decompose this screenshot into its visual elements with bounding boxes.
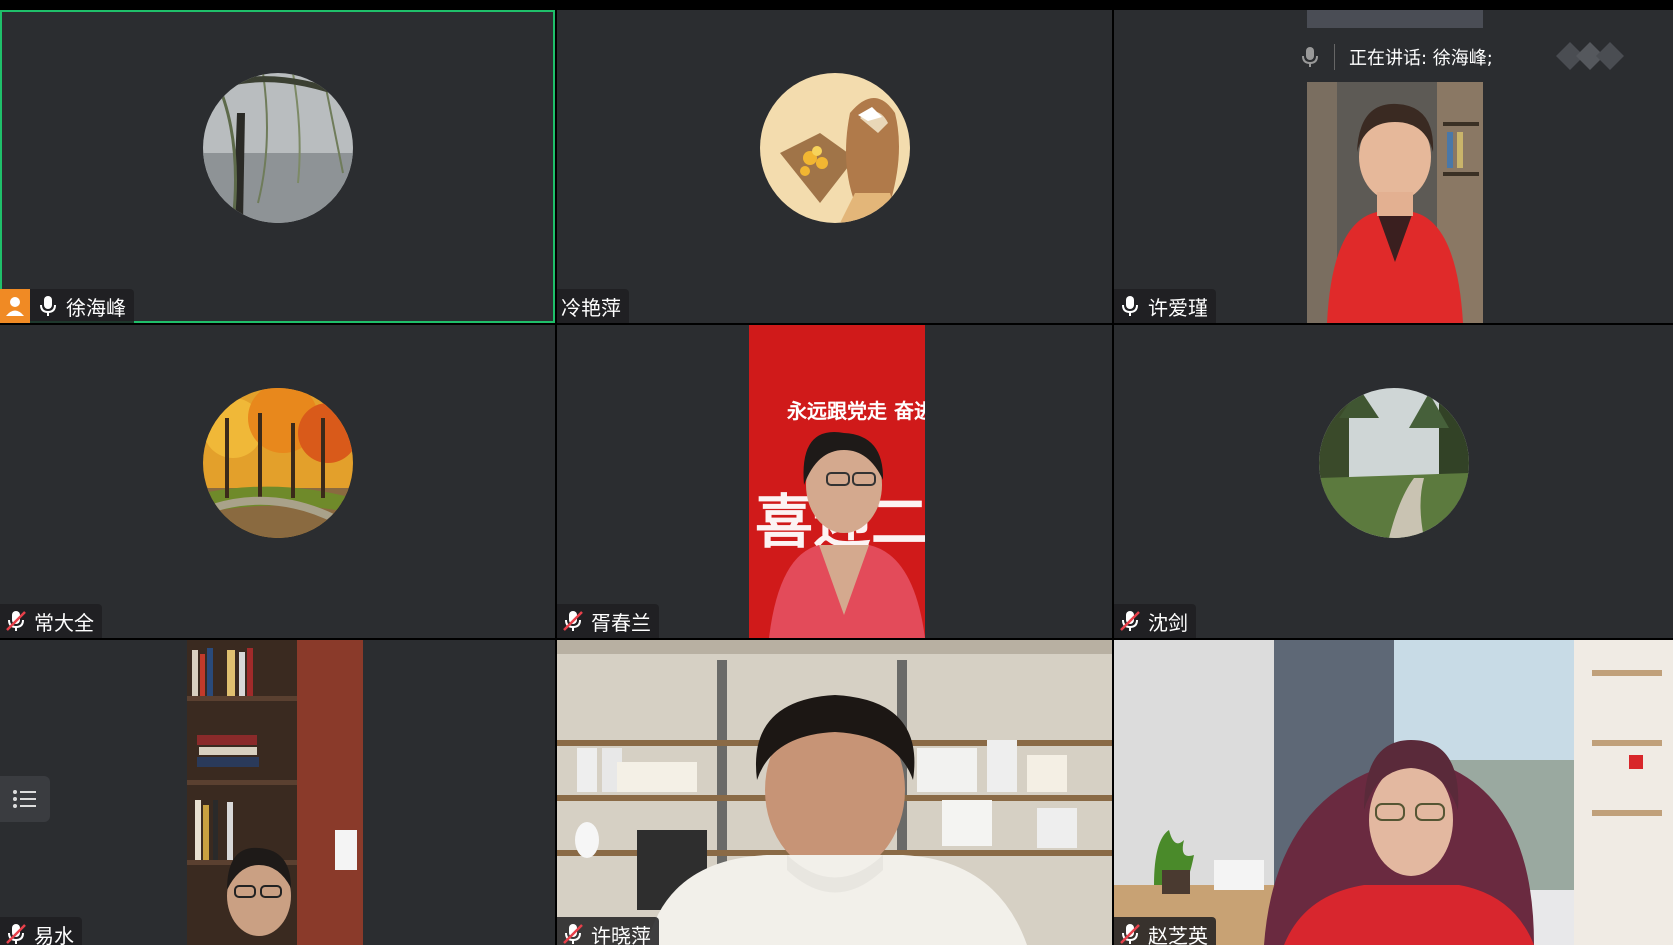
participant-nameplate: 常大全 [0,604,102,638]
microphone-icon [1118,294,1142,318]
participant-nameplate: 胥春兰 [557,604,659,638]
list-icon [13,790,36,808]
participant-tile-7[interactable]: 易水 [0,640,555,945]
microphone-muted-icon [1118,922,1142,945]
participant-nameplate: 冷艳萍 [557,289,629,323]
microphone-icon [36,294,60,318]
microphone-muted-icon [561,609,585,633]
participant-video [557,640,1112,945]
participant-tile-9[interactable]: 赵芝英 [1114,640,1673,945]
participant-nameplate: 易水 [0,917,82,945]
microphone-muted-icon [561,922,585,945]
participant-name: 徐海峰 [66,295,126,320]
participant-name: 赵芝英 [1148,923,1208,945]
participant-list-button[interactable] [0,776,50,822]
participant-avatar [759,73,910,223]
participant-tile-5[interactable]: 永远跟党走 奋进新征 喜迎二十 胥春兰 [557,325,1112,638]
participant-video [1114,640,1673,945]
participant-video: 永远跟党走 奋进新征 喜迎二十 [749,325,925,638]
participant-avatar [202,388,353,538]
participant-tile-1[interactable]: 徐海峰 [0,10,555,323]
participant-tile-8[interactable]: 许晓萍 [557,640,1112,945]
meeting-gallery: 徐海峰 冷艳萍 许爱瑾 常大全 永远跟党走 奋进 胥春兰 沈剑 易水 许晓萍 赵… [0,0,1673,945]
participant-name: 沈剑 [1148,610,1188,635]
participant-tile-2[interactable]: 冷艳萍 [557,10,1112,323]
microphone-muted-icon [1118,609,1142,633]
participant-nameplate: 赵芝英 [1114,917,1216,945]
microphone-icon [1300,45,1320,69]
participant-name: 常大全 [34,610,94,635]
divider [1334,44,1335,70]
participant-name: 易水 [34,923,74,945]
participant-avatar [1318,388,1469,538]
participant-tile-4[interactable]: 常大全 [0,325,555,638]
microphone-muted-icon [4,609,28,633]
participant-nameplate: 许爱瑾 [1114,289,1216,323]
app-logo-icon [1556,38,1628,74]
participant-video-topbar [1307,10,1483,28]
participant-name: 许晓萍 [591,923,651,945]
microphone-muted-icon [4,922,28,945]
participant-name: 胥春兰 [591,610,651,635]
host-icon [0,289,30,323]
speaking-indicator: 正在讲话: 徐海峰; [1300,40,1493,74]
participant-avatar [202,73,353,223]
participant-video [1307,82,1483,323]
participant-nameplate: 沈剑 [1114,604,1196,638]
participant-name: 冷艳萍 [561,295,621,320]
participant-video [187,640,363,945]
participant-nameplate: 徐海峰 [0,289,134,323]
participant-name: 许爱瑾 [1148,295,1208,320]
participant-tile-6[interactable]: 沈剑 [1114,325,1673,638]
participant-nameplate: 许晓萍 [557,917,659,945]
speaking-label: 正在讲话: 徐海峰; [1349,48,1493,69]
